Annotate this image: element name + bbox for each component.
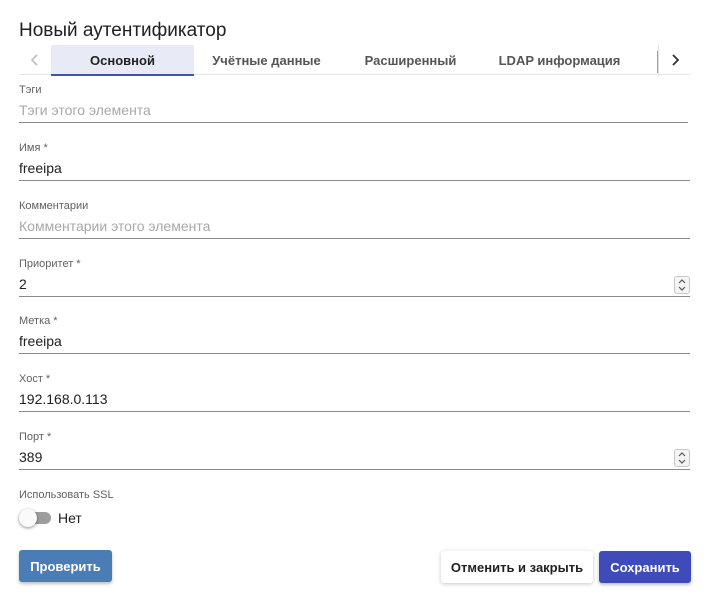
tabs: Основной Учётные данные Расширенный LDAP… (51, 45, 637, 76)
priority-label: Приоритет * (19, 258, 81, 270)
ssl-label: Использовать SSL (19, 489, 114, 501)
tab-scroll-left[interactable] (19, 45, 51, 75)
port-spinner[interactable] (674, 449, 690, 467)
save-button[interactable]: Сохранить (599, 551, 691, 583)
ssl-toggle-thumb (19, 509, 37, 527)
ssl-toggle[interactable] (19, 509, 51, 527)
comments-label: Комментарии (19, 200, 89, 212)
priority-field: Приоритет * (19, 257, 690, 297)
spinner-up-icon (678, 279, 686, 284)
tab-general[interactable]: Основной (51, 45, 194, 76)
ssl-field: Использовать SSL (19, 488, 690, 502)
comments-field: Комментарии (19, 199, 690, 239)
tab-scroll-right[interactable] (658, 45, 690, 75)
spinner-down-icon (678, 459, 686, 464)
tab-credentials[interactable]: Учётные данные (194, 45, 339, 75)
port-label: Порт * (19, 431, 52, 443)
spinner-down-icon (678, 286, 686, 291)
tag-label: Метка * (19, 315, 58, 327)
tags-input[interactable] (19, 97, 688, 123)
dialog-title: Новый аутентификатор (19, 20, 227, 41)
tag-input[interactable] (19, 328, 690, 354)
name-input[interactable] (19, 155, 690, 181)
spinner-up-icon (678, 452, 686, 457)
ssl-toggle-row: Нет (19, 509, 82, 527)
ssl-state-text: Нет (58, 510, 82, 526)
tab-advanced[interactable]: Расширенный (339, 45, 482, 75)
host-input[interactable] (19, 386, 690, 412)
tab-bar: Основной Учётные данные Расширенный LDAP… (19, 45, 690, 76)
host-label: Хост * (19, 373, 51, 385)
host-field: Хост * (19, 372, 690, 412)
tags-field: Тэги (19, 83, 690, 123)
port-field: Порт * (19, 430, 690, 470)
tags-label: Тэги (19, 84, 42, 96)
comments-input[interactable] (19, 213, 690, 239)
chevron-right-icon (671, 54, 679, 66)
chevron-left-icon (30, 54, 38, 66)
name-label: Имя * (19, 142, 48, 154)
name-field: Имя * (19, 141, 690, 181)
priority-spinner[interactable] (674, 276, 690, 294)
test-button[interactable]: Проверить (19, 550, 112, 582)
tag-field: Метка * (19, 314, 690, 354)
cancel-and-close-button[interactable]: Отменить и закрыть (441, 551, 593, 583)
port-input[interactable] (19, 444, 690, 470)
tab-ldap-info[interactable]: LDAP информация (482, 45, 637, 75)
priority-input[interactable] (19, 271, 690, 297)
